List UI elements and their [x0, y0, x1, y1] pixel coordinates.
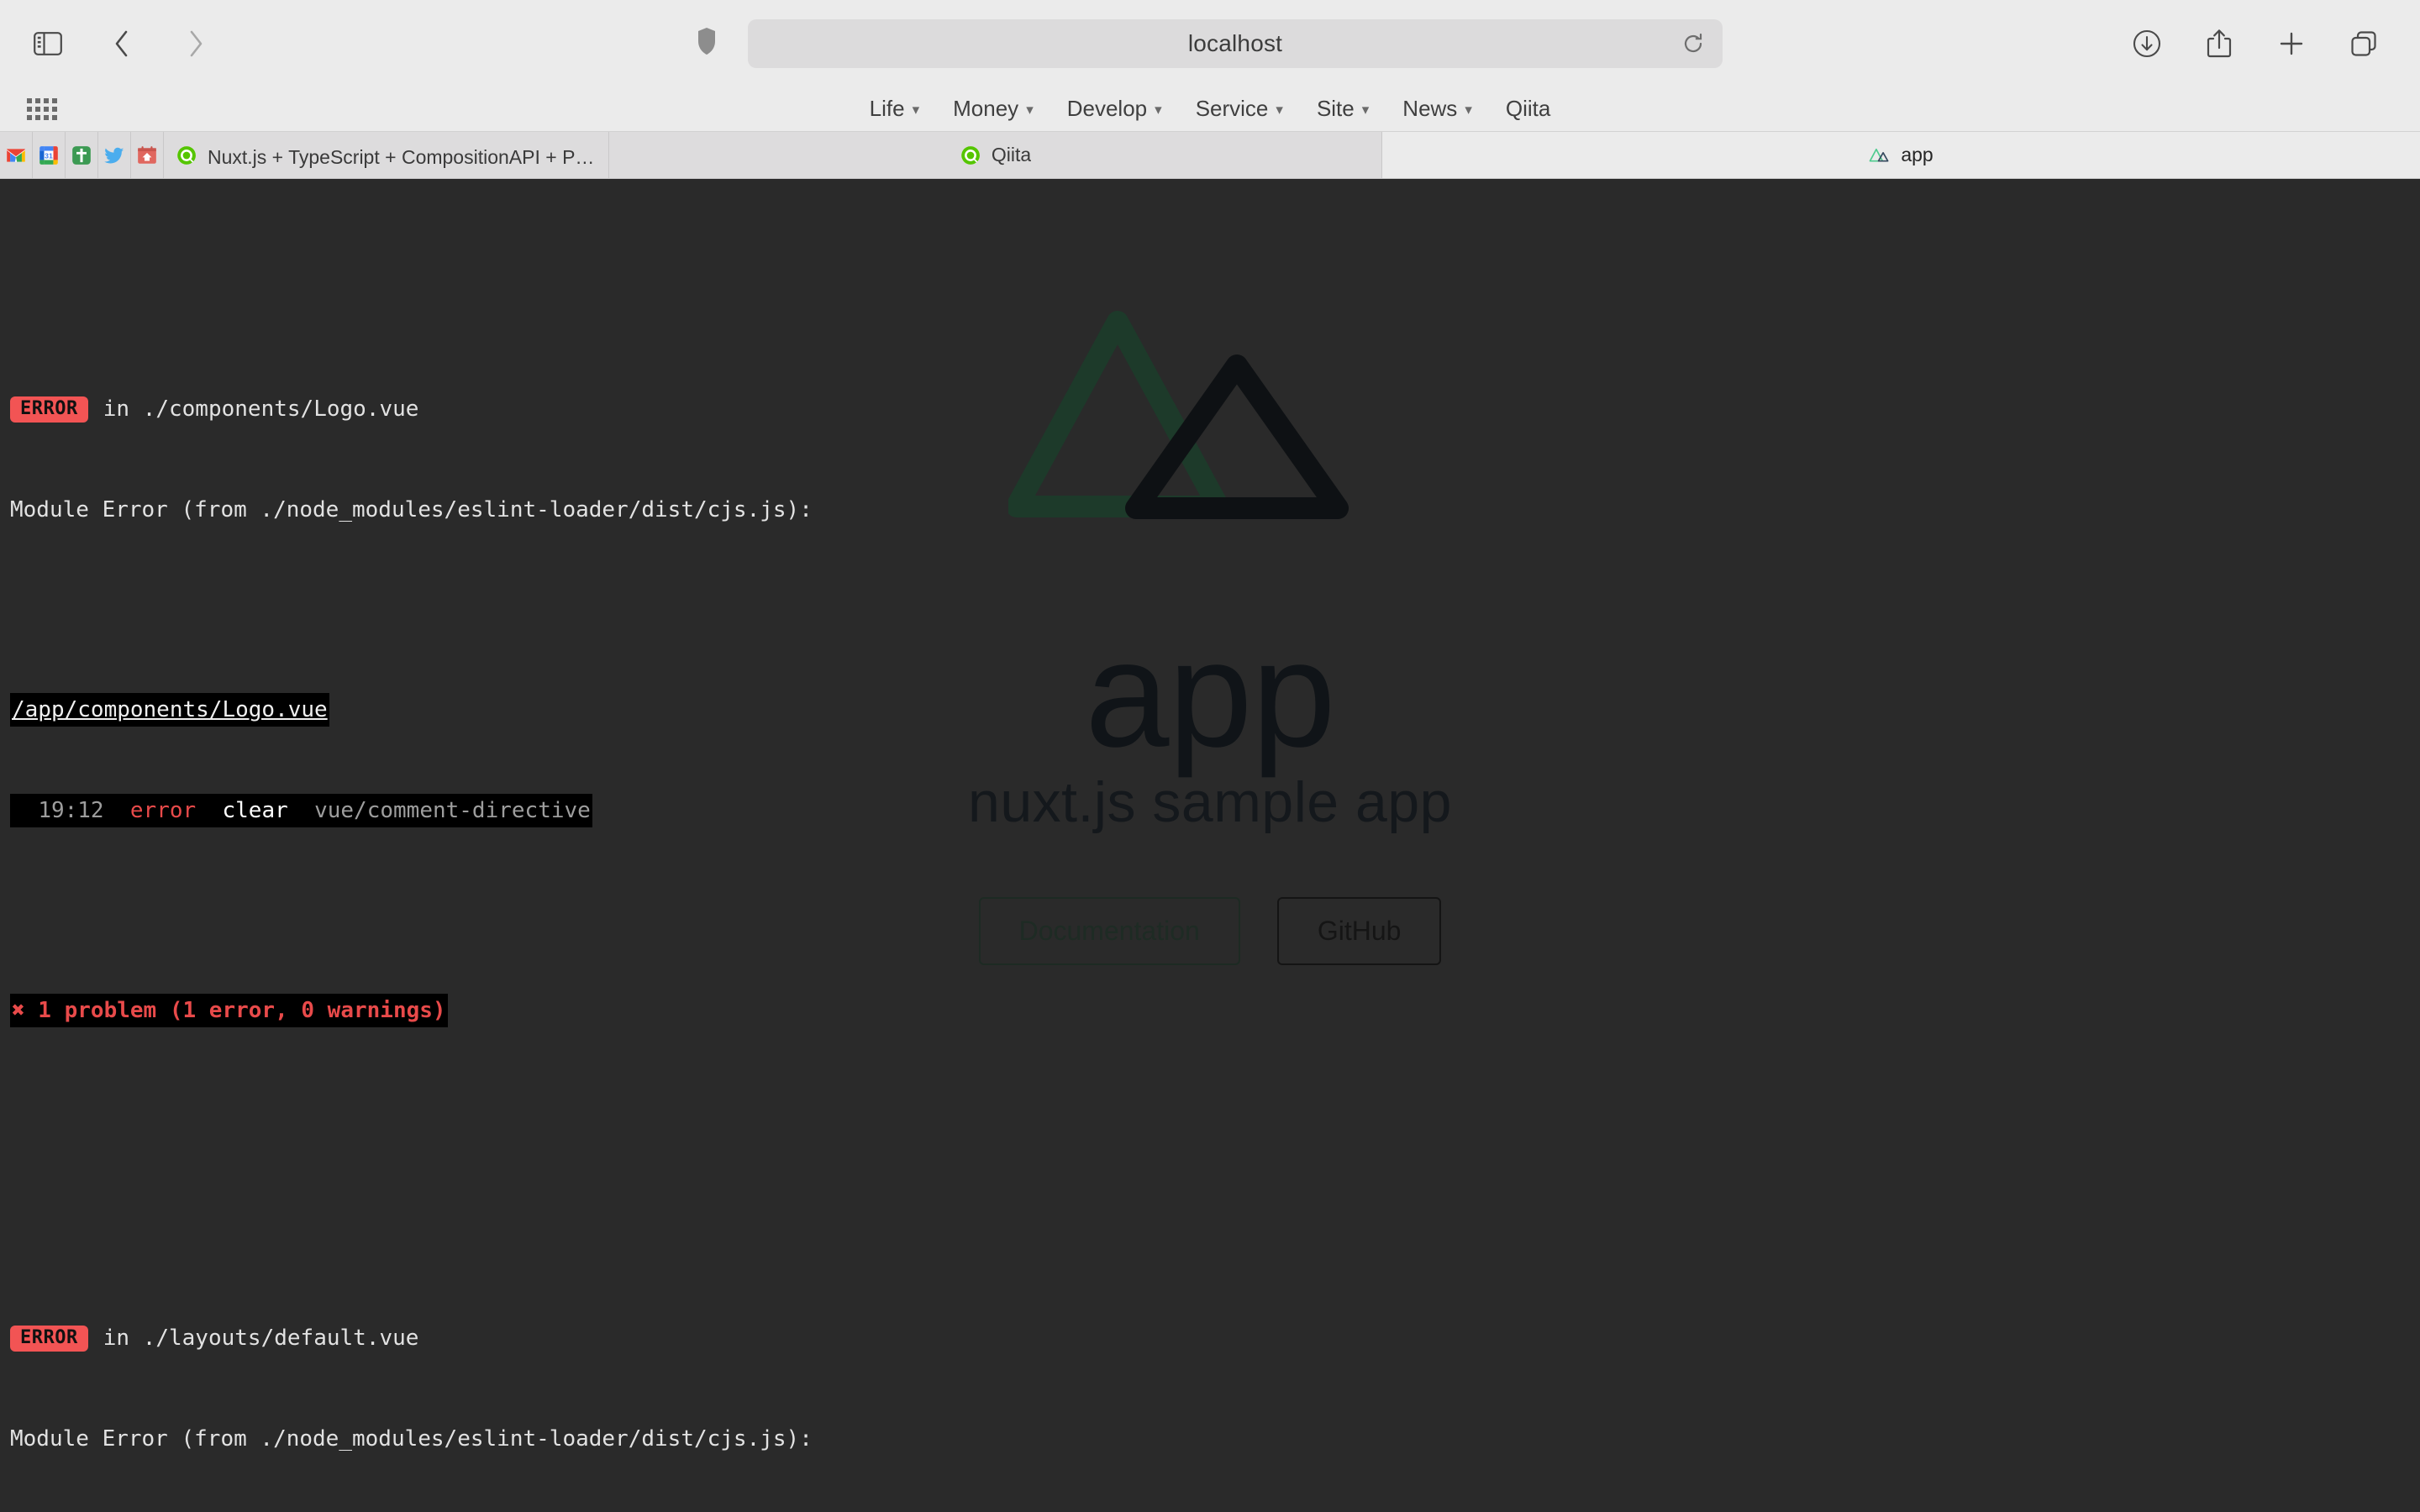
tab-title: Qiita	[991, 144, 1032, 165]
browser-window: localhost Life ▾ Money ▾ Develop ▾ Servi…	[0, 0, 2420, 1512]
svg-text:31: 31	[45, 151, 53, 160]
apps-grid-icon[interactable]	[25, 97, 59, 122]
bookmark-label: Qiita	[1505, 96, 1551, 121]
bookmark-label: Service	[1195, 96, 1269, 121]
chevron-down-icon: ▾	[1026, 102, 1034, 118]
bookmark-label: Money	[953, 96, 1019, 121]
page-subtitle: nuxt.js sample app	[968, 770, 1452, 834]
qiita-icon	[961, 145, 980, 165]
privacy-shield-icon[interactable]	[697, 27, 716, 60]
chevron-down-icon: ▾	[1361, 102, 1370, 118]
error-severity: error	[129, 798, 197, 823]
page-title: app	[1085, 610, 1335, 779]
downloads-icon[interactable]	[2128, 24, 2166, 63]
bookmark-folder-life[interactable]: Life ▾	[866, 94, 923, 123]
eslint-error-overlay: ERROR in ./components/Logo.vue Module Er…	[0, 179, 813, 1512]
pinned-tab-google-calendar[interactable]: 31	[33, 132, 66, 178]
nuxt-icon	[1869, 148, 1889, 162]
error-badge: ERROR	[10, 396, 88, 423]
bookmark-label: Develop	[1066, 96, 1148, 121]
pinned-tab-gmail[interactable]	[0, 132, 33, 178]
pinned-tab-twitter[interactable]	[98, 132, 131, 178]
chevron-down-icon: ▾	[1276, 102, 1283, 118]
google-calendar-icon: 31	[39, 145, 58, 165]
share-icon[interactable]	[2200, 24, 2238, 63]
bookmark-folder-site[interactable]: Site ▾	[1313, 94, 1372, 123]
qiita-icon	[177, 145, 196, 165]
tab-overview-icon[interactable]	[2344, 24, 2383, 63]
twitter-icon	[104, 147, 124, 163]
bookmark-label: Life	[869, 96, 905, 121]
forward-chevron-icon[interactable]	[176, 24, 215, 63]
tab-qiita[interactable]: Qiita	[609, 132, 1382, 178]
bookmark-folder-news[interactable]: News ▾	[1399, 94, 1476, 123]
error-source: in ./components/Logo.vue	[103, 396, 419, 422]
tab-title: app	[1901, 144, 1933, 165]
bookmark-link-qiita[interactable]: Qiita	[1502, 94, 1554, 123]
error-file-path[interactable]: /app/components/Logo.vue	[10, 693, 329, 727]
bookmark-label: News	[1402, 96, 1458, 121]
chevron-down-icon: ▾	[1465, 102, 1472, 118]
pinned-tab-green-cross[interactable]	[66, 132, 98, 178]
pinned-tab-red-calendar[interactable]	[131, 132, 164, 178]
error-module-text: Module Error (from ./node_modules/eslint…	[10, 1426, 813, 1452]
red-calendar-shrine-icon	[138, 145, 156, 164]
green-cross-icon	[72, 145, 91, 165]
error-module-text: Module Error (from ./node_modules/eslint…	[10, 497, 813, 522]
address-bar-area: localhost	[0, 18, 2420, 68]
error-badge: ERROR	[10, 1325, 88, 1352]
tab-strip: 31 Nuxt.js + TypeScript + CompositionAPI…	[0, 132, 2420, 179]
tab-qiita-article[interactable]: Nuxt.js + TypeScript + CompositionAPI + …	[164, 132, 609, 178]
nuxt-logo-icon	[1008, 311, 1349, 519]
hero-button-group: Documentation GitHub	[978, 897, 1442, 965]
page-content: app nuxt.js sample app Documentation Git…	[0, 179, 2420, 1512]
github-button[interactable]: GitHub	[1276, 897, 1442, 965]
error-detail-line: 19:12 error clear vue/comment-directive	[10, 794, 592, 827]
error-rule: vue/comment-directive	[314, 798, 591, 823]
address-input[interactable]: localhost	[748, 18, 1723, 68]
sidebar-toggle-icon[interactable]	[29, 24, 67, 63]
browser-toolbar: localhost	[0, 0, 2420, 87]
error-block: ERROR in ./layouts/default.vue Module Er…	[0, 1254, 813, 1512]
error-position: 19:12	[38, 798, 104, 823]
bookmark-folder-money[interactable]: Money ▾	[950, 94, 1037, 123]
bookmark-label: Site	[1316, 96, 1355, 121]
tab-app[interactable]: app	[1382, 132, 2420, 178]
gmail-icon	[7, 148, 25, 162]
reload-icon[interactable]	[1682, 33, 1704, 55]
documentation-button[interactable]: Documentation	[978, 897, 1240, 965]
error-source: in ./layouts/default.vue	[103, 1326, 419, 1351]
toolbar-left-group	[0, 24, 215, 63]
bookmark-folder-service[interactable]: Service ▾	[1192, 94, 1286, 123]
error-header: ERROR in ./layouts/default.vue	[0, 1321, 813, 1355]
bookmark-folder-list: Life ▾ Money ▾ Develop ▾ Service ▾ Site …	[866, 94, 1555, 123]
error-summary: ✖ 1 problem (1 error, 0 warnings)	[10, 994, 448, 1027]
error-header: ERROR in ./components/Logo.vue	[0, 392, 813, 426]
error-message: clear	[222, 798, 288, 823]
address-text: localhost	[1187, 29, 1283, 56]
back-chevron-icon[interactable]	[103, 24, 141, 63]
chevron-down-icon: ▾	[912, 102, 920, 118]
bookmark-folder-develop[interactable]: Develop ▾	[1064, 94, 1165, 123]
error-block: ERROR in ./components/Logo.vue Module Er…	[0, 325, 813, 1095]
new-tab-plus-icon[interactable]	[2272, 24, 2311, 63]
chevron-down-icon: ▾	[1155, 102, 1162, 118]
bookmarks-bar: Life ▾ Money ▾ Develop ▾ Service ▾ Site …	[0, 87, 2420, 132]
tab-title: Nuxt.js + TypeScript + CompositionAPI + …	[208, 145, 597, 168]
toolbar-right-group	[2128, 24, 2420, 63]
